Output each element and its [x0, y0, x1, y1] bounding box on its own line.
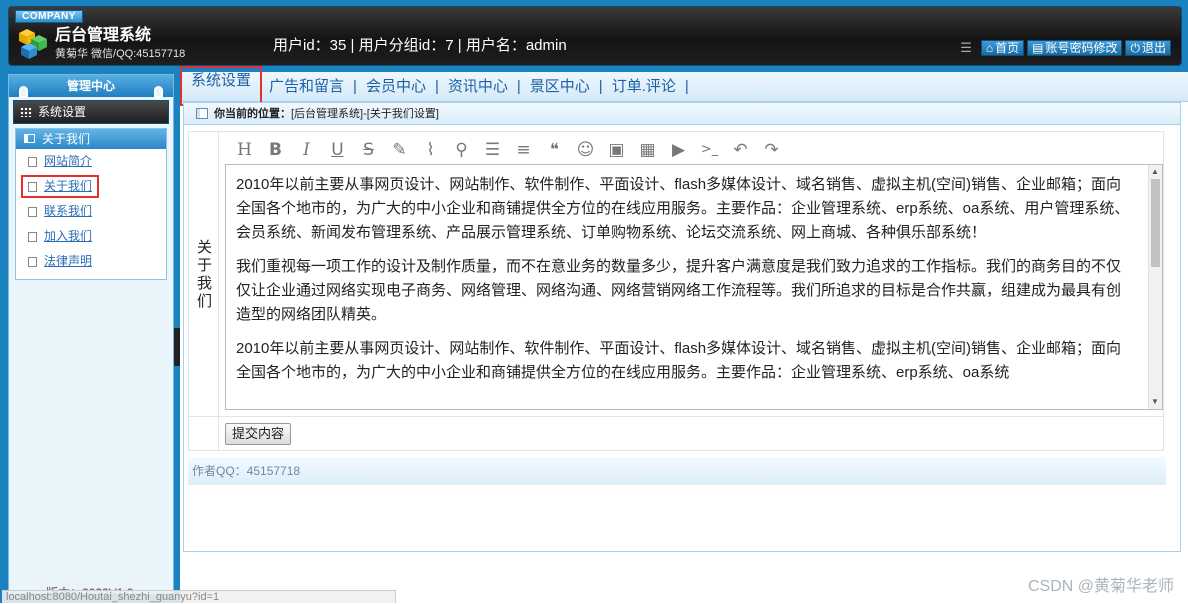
system-subtitle: 黄菊华 微信/QQ:45157718 — [55, 48, 186, 60]
code-icon[interactable]: >_ — [694, 140, 725, 160]
sidebar-item-about-us[interactable]: 关于我们 — [20, 174, 100, 199]
app-frame: COMPANY 后台管理系统 黄菊华 微信/QQ:45157718 用户id：3… — [0, 0, 1188, 603]
company-badge: COMPANY — [15, 10, 83, 23]
watermark: CSDN @黄菊华老师 — [1027, 578, 1174, 595]
breadcrumb-label: 你当前的位置： — [214, 108, 291, 120]
sidebar: 管理中心 系统设置 关于我们 网站简介 关于我们 联系我们 加入我们 法律声明 — [8, 74, 174, 594]
tab-separator: | — [684, 78, 689, 95]
breadcrumb: 你当前的位置：[后台管理系统]-[关于我们设置] — [184, 103, 1180, 125]
tab-bar: 系统设置 广告和留言 | 会员中心 | 资讯中心 | 景区中心 | 订单.评论 … — [179, 65, 1188, 106]
sidebar-section-label: 系统设置 — [38, 105, 87, 119]
strikethrough-icon[interactable]: S — [353, 140, 384, 160]
empty-label-cell — [189, 417, 219, 450]
editor-scrollbar[interactable]: ▲ ▼ — [1148, 165, 1162, 409]
brush-icon[interactable]: ⌇ — [415, 140, 446, 160]
change-password-button[interactable]: ▤ 账号密码修改 — [1027, 40, 1123, 56]
tab-news-center[interactable]: 资讯中心 — [439, 77, 517, 97]
editor-paragraph: 我们重视每一项工作的设计及制作质量，而不在意业务的数量多少，提升客户满意度是我们… — [236, 258, 1122, 323]
table-icon[interactable]: ▦ — [632, 140, 663, 160]
sidebar-group-label: 关于我们 — [42, 132, 91, 146]
scroll-down-arrow-icon[interactable]: ▼ — [1151, 397, 1159, 407]
home-label: 首页 — [995, 41, 1020, 55]
image-icon[interactable]: ▣ — [601, 140, 632, 160]
editor-content[interactable]: 2010年以前主要从事网页设计、网站制作、软件制作、平面设计、flash多媒体设… — [236, 173, 1134, 395]
about-form-row: 关于我们 H B I U S ✎ ⌇ ⚲ ☰ ≡ ❝ ☺ ▣ ▦ ▶ >_ ↶ … — [188, 131, 1164, 418]
sidebar-header: 管理中心 — [9, 75, 173, 98]
home-button[interactable]: ⌂ 首页 — [980, 40, 1025, 56]
redo-icon[interactable]: ↷ — [756, 140, 787, 160]
sidebar-item-label: 联系我们 — [44, 204, 93, 218]
rich-text-editor[interactable]: 2010年以前主要从事网页设计、网站制作、软件制作、平面设计、flash多媒体设… — [225, 164, 1163, 410]
sidebar-section-system-settings[interactable]: 系统设置 — [13, 100, 169, 124]
logout-label: 退出 — [1141, 41, 1166, 55]
sidebar-item-label: 网站简介 — [44, 154, 93, 168]
logout-button[interactable]: ⏻ 退出 — [1125, 40, 1171, 56]
scrollbar-thumb[interactable] — [1151, 179, 1160, 267]
document-icon — [28, 207, 37, 217]
menu-icon[interactable]: ☰ — [960, 41, 972, 55]
pin-icon — [154, 86, 163, 98]
editor-toolbar: H B I U S ✎ ⌇ ⚲ ☰ ≡ ❝ ☺ ▣ ▦ ▶ >_ ↶ ↷ — [229, 140, 787, 160]
system-title: 后台管理系统 — [55, 27, 152, 44]
list-icon[interactable]: ☰ — [477, 140, 508, 160]
link-icon[interactable]: ⚲ — [446, 140, 477, 160]
header-bar: COMPANY 后台管理系统 黄菊华 微信/QQ:45157718 用户id：3… — [8, 6, 1182, 66]
power-icon: ⏻ — [1130, 41, 1140, 55]
sidebar-group-box: 关于我们 网站简介 关于我们 联系我们 加入我们 法律声明 — [15, 128, 167, 280]
tab-ads-messages[interactable]: 广告和留言 — [260, 77, 353, 97]
italic-icon[interactable]: I — [291, 140, 322, 160]
sidebar-item-legal[interactable]: 法律声明 — [16, 249, 166, 274]
video-icon[interactable]: ▶ — [663, 140, 694, 160]
field-label: 关于我们 — [189, 132, 219, 418]
document-icon — [28, 257, 37, 267]
user-info: 用户id：35 | 用户分组id：7 | 用户名：admin — [273, 37, 567, 54]
sidebar-header-label: 管理中心 — [66, 79, 115, 93]
emoji-icon[interactable]: ☺ — [570, 140, 601, 160]
sidebar-item-label: 法律声明 — [44, 254, 93, 268]
sidebar-item-contact-us[interactable]: 联系我们 — [16, 199, 166, 224]
tab-member-center[interactable]: 会员中心 — [357, 77, 435, 97]
change-password-label: 账号密码修改 — [1045, 41, 1118, 55]
document-icon — [28, 182, 37, 192]
quote-icon[interactable]: ❝ — [539, 140, 570, 160]
tab-scenic-center[interactable]: 景区中心 — [521, 77, 599, 97]
tab-orders-reviews[interactable]: 订单.评论 — [603, 77, 685, 97]
editor-paragraph: 2010年以前主要从事网页设计、网站制作、软件制作、平面设计、flash多媒体设… — [236, 340, 1122, 381]
grid-icon — [20, 107, 32, 117]
align-icon[interactable]: ≡ — [508, 140, 539, 160]
sidebar-group-about[interactable]: 关于我们 — [16, 129, 166, 149]
status-bar-url: localhost:8080/Houtai_shezhi_guanyu?id=1 — [2, 590, 396, 603]
sidebar-item-site-intro[interactable]: 网站简介 — [16, 149, 166, 174]
document-icon — [28, 232, 37, 242]
sidebar-item-label: 关于我们 — [44, 179, 93, 193]
pencil-icon[interactable]: ✎ — [384, 140, 415, 160]
bold-icon[interactable]: B — [260, 140, 291, 160]
document-icon — [28, 157, 37, 167]
sidebar-item-label: 加入我们 — [44, 229, 93, 243]
home-icon: ⌂ — [985, 41, 994, 55]
heading-icon[interactable]: H — [229, 140, 260, 160]
submit-button[interactable]: 提交内容 — [225, 423, 292, 445]
key-icon: ▤ — [1032, 41, 1044, 55]
folder-icon — [24, 134, 35, 143]
undo-icon[interactable]: ↶ — [725, 140, 756, 160]
top-links: ☰ ⌂ 首页 ▤ 账号密码修改 ⏻ 退出 — [960, 40, 1171, 56]
content-panel: 你当前的位置：[后台管理系统]-[关于我们设置] 关于我们 H B I U S … — [183, 102, 1181, 552]
scroll-up-arrow-icon[interactable]: ▲ — [1151, 167, 1159, 177]
logo-cubes-icon — [19, 29, 47, 59]
editor-paragraph: 2010年以前主要从事网页设计、网站制作、软件制作、平面设计、flash多媒体设… — [236, 176, 1130, 241]
author-footer: 作者QQ：45157718 — [188, 457, 1166, 485]
sidebar-item-join-us[interactable]: 加入我们 — [16, 224, 166, 249]
underline-icon[interactable]: U — [322, 140, 353, 160]
window-icon — [196, 108, 208, 119]
submit-row: 提交内容 — [188, 417, 1164, 451]
breadcrumb-path: [后台管理系统]-[关于我们设置] — [291, 108, 439, 120]
tab-system-settings[interactable]: 系统设置 — [179, 65, 263, 106]
main-area: 系统设置 广告和留言 | 会员中心 | 资讯中心 | 景区中心 | 订单.评论 … — [179, 65, 1188, 603]
pin-icon — [19, 86, 28, 98]
